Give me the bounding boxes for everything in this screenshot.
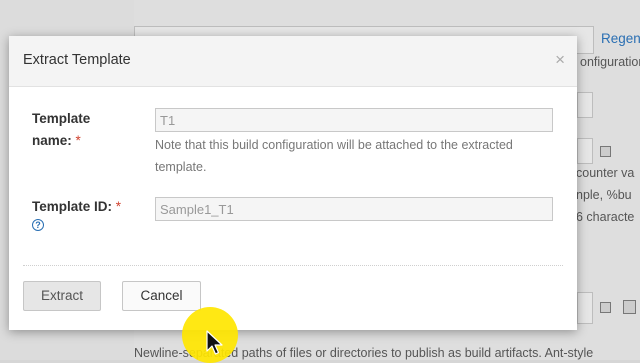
required-mark: * [75,133,81,148]
background-field [577,138,593,164]
template-name-note: Note that this build configuration will … [155,138,513,174]
extract-button[interactable]: Extract [23,281,101,311]
dialog-header: Extract Template × [9,36,577,87]
tree-icon[interactable] [623,300,636,314]
required-mark: * [115,199,122,214]
close-icon[interactable]: × [555,50,565,70]
template-name-input[interactable] [155,108,553,132]
list-icon[interactable] [600,302,611,313]
regenerate-link[interactable]: Regen [601,31,640,46]
list-icon[interactable] [600,146,611,157]
background-field [577,92,593,118]
help-icon[interactable]: ? [32,219,44,231]
cancel-button[interactable]: Cancel [122,281,201,311]
dialog-title: Extract Template [23,52,131,68]
background-text-counter: counter va [576,166,635,180]
template-id-input[interactable] [155,197,553,221]
template-id-label: Template ID: * [32,196,152,218]
background-text-sample: nple, %bu [576,188,632,202]
template-name-label-text: Template name: [32,111,91,148]
template-id-label-text: Template ID: [32,199,113,214]
mouse-cursor-icon [206,330,223,355]
dialog-divider [23,265,563,266]
extract-template-dialog: Extract Template × Template name: * Note… [9,36,577,330]
background-field [577,292,593,324]
background-text-configuration: onfiguration [580,55,640,69]
template-name-label: Template name: * [32,108,132,152]
background-text-characters: 6 characte [576,210,635,224]
